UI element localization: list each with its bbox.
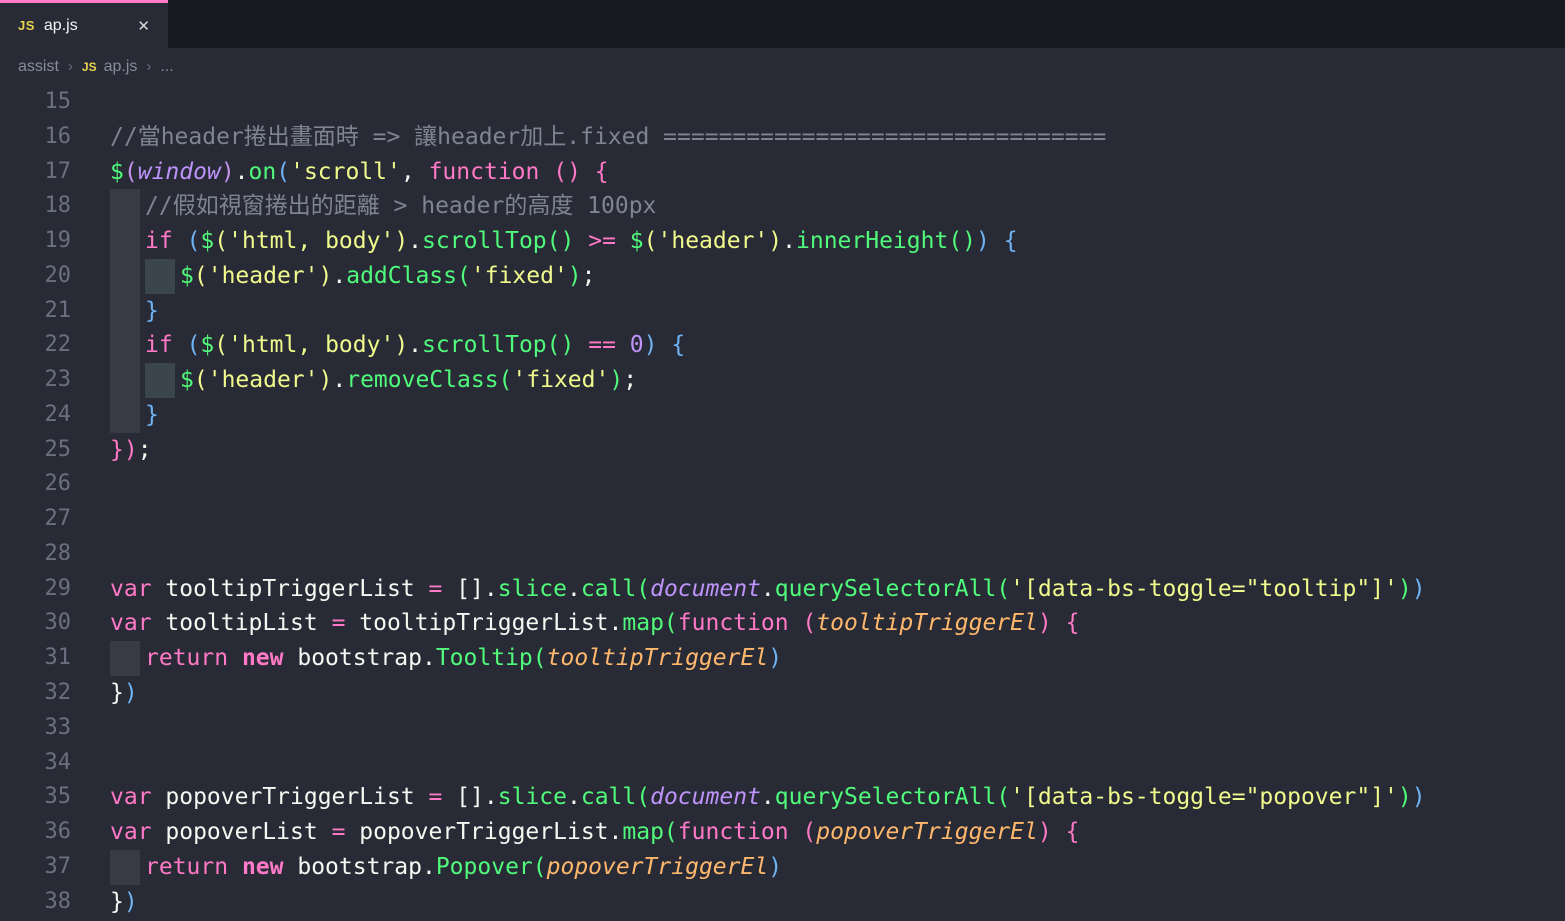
code-line[interactable]: 37 return new bootstrap.Popover(popoverTr…	[0, 850, 1565, 885]
javascript-file-icon: JS	[82, 60, 97, 74]
breadcrumb-item-symbol[interactable]: ...	[160, 58, 173, 76]
code-text: //當header捲出畫面時 => 讓header加上.fixed ======…	[110, 120, 1106, 155]
code-line[interactable]: 15	[0, 85, 1565, 120]
indent-guide-block	[110, 328, 140, 363]
indent-guide-block	[110, 259, 140, 294]
line-number[interactable]: 20	[0, 259, 71, 294]
code-text: });	[110, 433, 152, 468]
line-number[interactable]: 23	[0, 363, 71, 398]
indent-guide-block	[145, 259, 175, 294]
code-line[interactable]: 25});	[0, 433, 1565, 468]
code-text: var tooltipTriggerList = [].slice.call(d…	[110, 572, 1426, 607]
line-number[interactable]: 34	[0, 746, 71, 781]
chevron-right-icon: ›	[68, 58, 73, 75]
code-line[interactable]: 32})	[0, 676, 1565, 711]
line-number[interactable]: 38	[0, 885, 71, 920]
line-number[interactable]: 32	[0, 676, 71, 711]
code-text: $('header').addClass('fixed');	[180, 259, 596, 294]
code-line[interactable]: 20 $('header').addClass('fixed');	[0, 259, 1565, 294]
close-icon[interactable]: ✕	[133, 15, 154, 37]
chevron-right-icon: ›	[146, 58, 151, 75]
code-line[interactable]: 33	[0, 711, 1565, 746]
line-number[interactable]: 31	[0, 641, 71, 676]
code-line[interactable]: 36 var popoverList = popoverTriggerList.m…	[0, 815, 1565, 850]
line-number[interactable]: 37	[0, 850, 71, 885]
line-number[interactable]: 22	[0, 328, 71, 363]
code-line[interactable]: 28	[0, 537, 1565, 572]
breadcrumb: assist › JS ap.js › ...	[0, 48, 1565, 85]
code-line[interactable]: 35 var popoverTriggerList = [].slice.call…	[0, 780, 1565, 815]
code-line[interactable]: 22 if ($('html, body').scrollTop() == 0) …	[0, 328, 1565, 363]
code-text: if ($('html, body').scrollTop() >= $('he…	[145, 224, 1018, 259]
line-number[interactable]: 35	[0, 780, 71, 815]
line-number[interactable]: 24	[0, 398, 71, 433]
code-text: var popoverList = popoverTriggerList.map…	[110, 815, 1079, 850]
indent-guide-block	[145, 363, 175, 398]
code-text: $('header').removeClass('fixed');	[180, 363, 637, 398]
indent-guide-block	[110, 398, 140, 433]
code-text: var tooltipList = tooltipTriggerList.map…	[110, 606, 1079, 641]
code-text: if ($('html, body').scrollTop() == 0) {	[145, 328, 685, 363]
code-line[interactable]: 21}	[0, 294, 1565, 329]
line-number[interactable]: 25	[0, 433, 71, 468]
line-number[interactable]: 26	[0, 467, 71, 502]
code-text: return new bootstrap.Tooltip(tooltipTrig…	[145, 641, 782, 676]
code-text: })	[110, 676, 138, 711]
code-line[interactable]: 23 $('header').removeClass('fixed');	[0, 363, 1565, 398]
code-line[interactable]: 17 $(window).on('scroll', function () {	[0, 155, 1565, 190]
line-number[interactable]: 18	[0, 189, 71, 224]
code-line[interactable]: 30 var tooltipList = tooltipTriggerList.m…	[0, 606, 1565, 641]
indent-guide-block	[110, 224, 140, 259]
indent-guide-block	[110, 294, 140, 329]
tab-label: ap.js	[44, 17, 134, 35]
line-number[interactable]: 27	[0, 502, 71, 537]
javascript-file-icon: JS	[18, 18, 35, 33]
line-number[interactable]: 28	[0, 537, 71, 572]
line-number[interactable]: 30	[0, 606, 71, 641]
code-line[interactable]: 29 var tooltipTriggerList = [].slice.call…	[0, 572, 1565, 607]
code-line[interactable]: 19 if ($('html, body').scrollTop() >= $('…	[0, 224, 1565, 259]
line-number[interactable]: 21	[0, 294, 71, 329]
indent-guide-block	[110, 641, 140, 676]
code-line[interactable]: 27	[0, 502, 1565, 537]
line-number[interactable]: 15	[0, 85, 71, 120]
breadcrumb-item-assist[interactable]: assist	[18, 58, 59, 76]
code-line[interactable]: 38})	[0, 885, 1565, 920]
indent-guide-block	[110, 189, 140, 224]
indent-guide-block	[110, 363, 140, 398]
code-text: }	[145, 398, 159, 433]
code-line[interactable]: 18 //假如視窗捲出的距離 > header的高度 100px	[0, 189, 1565, 224]
code-line[interactable]: 26	[0, 467, 1565, 502]
code-text: }	[145, 294, 159, 329]
code-text: $(window).on('scroll', function () {	[110, 155, 609, 190]
breadcrumb-item-apjs[interactable]: ap.js	[104, 58, 138, 76]
line-number[interactable]: 17	[0, 155, 71, 190]
line-number[interactable]: 33	[0, 711, 71, 746]
line-number[interactable]: 29	[0, 572, 71, 607]
code-line[interactable]: 34	[0, 746, 1565, 781]
code-editor[interactable]: 1516 //當header捲出畫面時 => 讓header加上.fixed ==…	[0, 85, 1565, 921]
line-number[interactable]: 16	[0, 120, 71, 155]
code-text: var popoverTriggerList = [].slice.call(d…	[110, 780, 1426, 815]
line-number[interactable]: 19	[0, 224, 71, 259]
tab-apjs[interactable]: JS ap.js ✕	[0, 0, 168, 48]
code-text: })	[110, 885, 138, 920]
code-line[interactable]: 16 //當header捲出畫面時 => 讓header加上.fixed ====…	[0, 120, 1565, 155]
code-line[interactable]: 31 return new bootstrap.Tooltip(tooltipTr…	[0, 641, 1565, 676]
code-text: //假如視窗捲出的距離 > header的高度 100px	[145, 189, 656, 224]
code-line[interactable]: 24}	[0, 398, 1565, 433]
line-number[interactable]: 36	[0, 815, 71, 850]
indent-guide-block	[110, 850, 140, 885]
tab-bar: JS ap.js ✕	[0, 0, 1565, 48]
code-text: return new bootstrap.Popover(popoverTrig…	[145, 850, 782, 885]
